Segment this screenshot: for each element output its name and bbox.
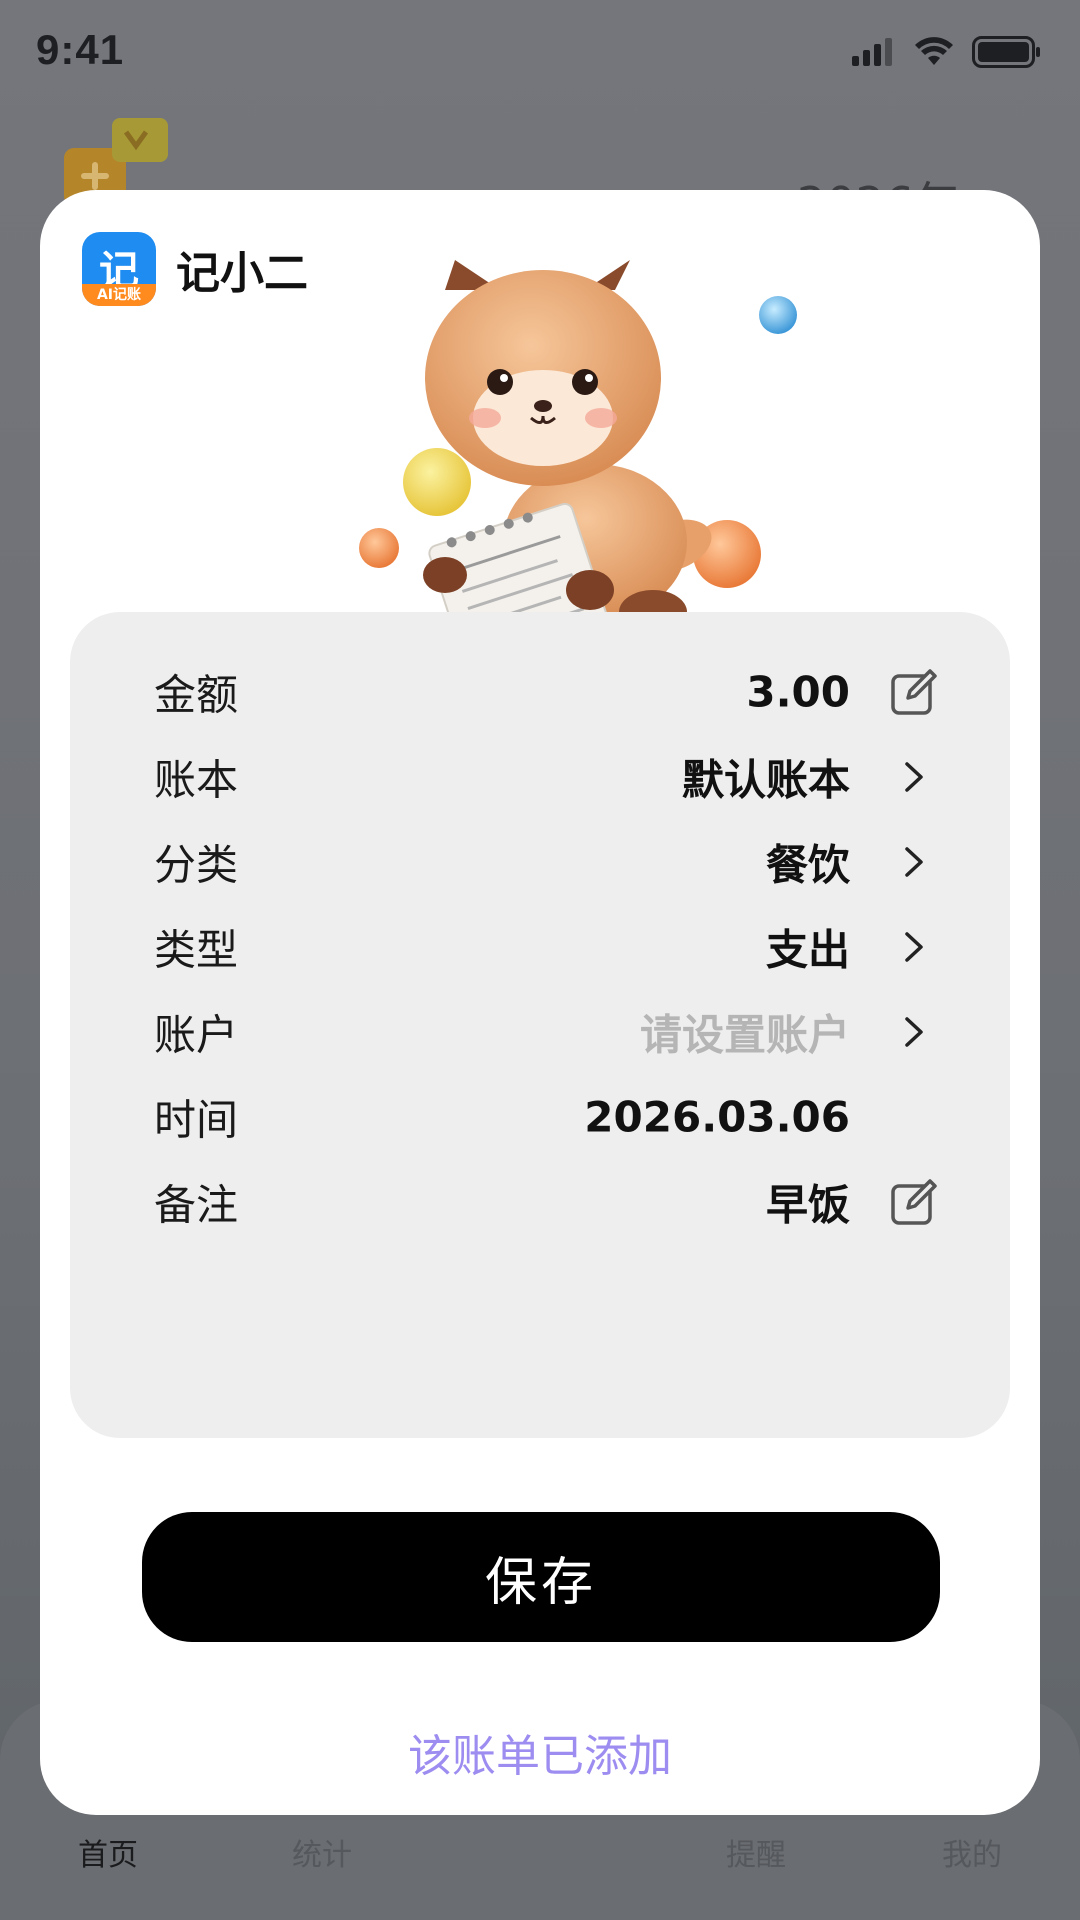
field-value-ledger: 默认账本 — [681, 755, 850, 805]
field-value-amount: 3.00 — [746, 667, 850, 717]
chevron-right-icon[interactable] — [890, 838, 938, 886]
signal-icon — [852, 38, 892, 66]
chevron-right-icon[interactable] — [890, 753, 938, 801]
field-value-account: 请设置账户 — [639, 1010, 850, 1060]
field-value-time: 2026.03.06 — [584, 1092, 850, 1142]
wifi-icon — [915, 37, 953, 65]
bill-added-notice: 该账单已添加 — [408, 1731, 672, 1782]
field-label-amount: 金额 — [154, 670, 239, 720]
tab-home[interactable]: 首页 — [48, 1830, 168, 1874]
field-value-type: 支出 — [765, 925, 850, 975]
status-time: 9:41 — [36, 26, 125, 73]
field-label-note: 备注 — [154, 1180, 239, 1230]
status-icons — [852, 36, 1042, 68]
field-label-category: 分类 — [154, 840, 239, 890]
field-label-time: 时间 — [154, 1095, 239, 1145]
bill-detail-card: 金额 3.00 账本 默认账本 分类 餐饮 类型 支出 账户 请设置账户 时间 … — [70, 612, 1010, 1438]
app-icon-strip: AI记账 — [82, 284, 156, 306]
field-value-category: 餐饮 — [765, 840, 850, 890]
tab-stats[interactable]: 统计 — [262, 1830, 382, 1874]
field-label-account: 账户 — [154, 1010, 239, 1060]
tab-mine[interactable]: 我的 — [912, 1830, 1032, 1874]
status-bar: 9:41 — [0, 0, 1080, 110]
field-row-note[interactable]: 备注 早饭 — [70, 1152, 1010, 1252]
brand-header: 记 AI记账 记小二 — [82, 232, 308, 306]
battery-icon — [972, 36, 1040, 68]
field-value-note: 早饭 — [765, 1180, 850, 1230]
field-label-type: 类型 — [154, 925, 239, 975]
chevron-right-icon[interactable] — [890, 1008, 938, 1056]
edit-icon[interactable] — [890, 1178, 938, 1226]
app-icon: 记 AI记账 — [82, 232, 156, 306]
bill-confirm-dialog: 记 AI记账 记小二 金额 3.00 账本 默认账本 分类 餐饮 类型 支出 账… — [40, 190, 1040, 1815]
edit-icon[interactable] — [890, 668, 938, 716]
tab-reminder[interactable]: 提醒 — [696, 1830, 816, 1874]
field-label-ledger: 账本 — [154, 755, 239, 805]
app-name: 记小二 — [176, 248, 308, 299]
chevron-right-icon[interactable] — [890, 923, 938, 971]
save-button[interactable]: 保存 — [142, 1512, 940, 1642]
